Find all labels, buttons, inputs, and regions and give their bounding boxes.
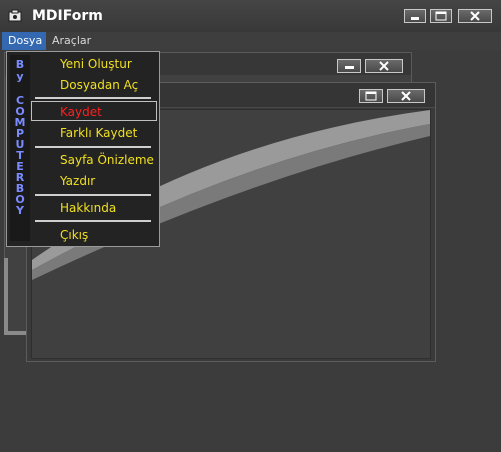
menu-side-banner: B y C O M P U T E R B O Y <box>10 55 30 241</box>
menu-araclar[interactable]: Araçlar <box>46 32 97 50</box>
child-back-minimize-button[interactable] <box>337 59 361 73</box>
menu-item-exit[interactable]: Çıkış <box>60 228 88 242</box>
side-letter: y <box>16 70 24 83</box>
close-icon <box>401 91 411 101</box>
menu-separator <box>35 220 151 222</box>
maximize-button[interactable] <box>430 9 452 23</box>
menu-separator <box>35 97 151 99</box>
maximize-icon <box>435 11 447 21</box>
side-letter: Y <box>16 204 24 217</box>
menu-separator <box>35 194 151 196</box>
menu-item-save[interactable]: Kaydet <box>60 105 102 119</box>
menu-item-save-as[interactable]: Farklı Kaydet <box>60 126 137 140</box>
minimize-button[interactable] <box>404 9 426 23</box>
app-icon[interactable] <box>8 8 24 22</box>
minimize-icon <box>411 17 419 20</box>
menu-item-about[interactable]: Hakkında <box>60 201 116 215</box>
child-front-restore-button[interactable] <box>359 89 383 103</box>
file-menu-dropdown: B y C O M P U T E R B O Y Yeni Oluştur D… <box>6 51 160 247</box>
main-title-bar: MDIForm <box>0 0 501 33</box>
menu-separator <box>35 146 151 148</box>
menu-item-print[interactable]: Yazdır <box>60 174 95 188</box>
menu-item-print-preview[interactable]: Sayfa Önizleme <box>60 153 154 167</box>
restore-icon <box>365 91 377 101</box>
close-icon <box>379 61 389 71</box>
child-front-close-button[interactable] <box>387 89 425 103</box>
side-letter: B <box>15 58 25 71</box>
menu-dosya[interactable]: Dosya <box>2 32 46 50</box>
minimize-icon <box>345 66 354 69</box>
child-back-close-button[interactable] <box>365 59 403 73</box>
close-icon <box>470 11 480 21</box>
menu-bar: Dosya Araçlar <box>0 32 501 50</box>
window-title: MDIForm <box>32 8 103 24</box>
close-button[interactable] <box>458 9 492 23</box>
menu-item-open[interactable]: Dosyadan Aç <box>60 78 138 92</box>
menu-item-new[interactable]: Yeni Oluştur <box>60 57 132 71</box>
